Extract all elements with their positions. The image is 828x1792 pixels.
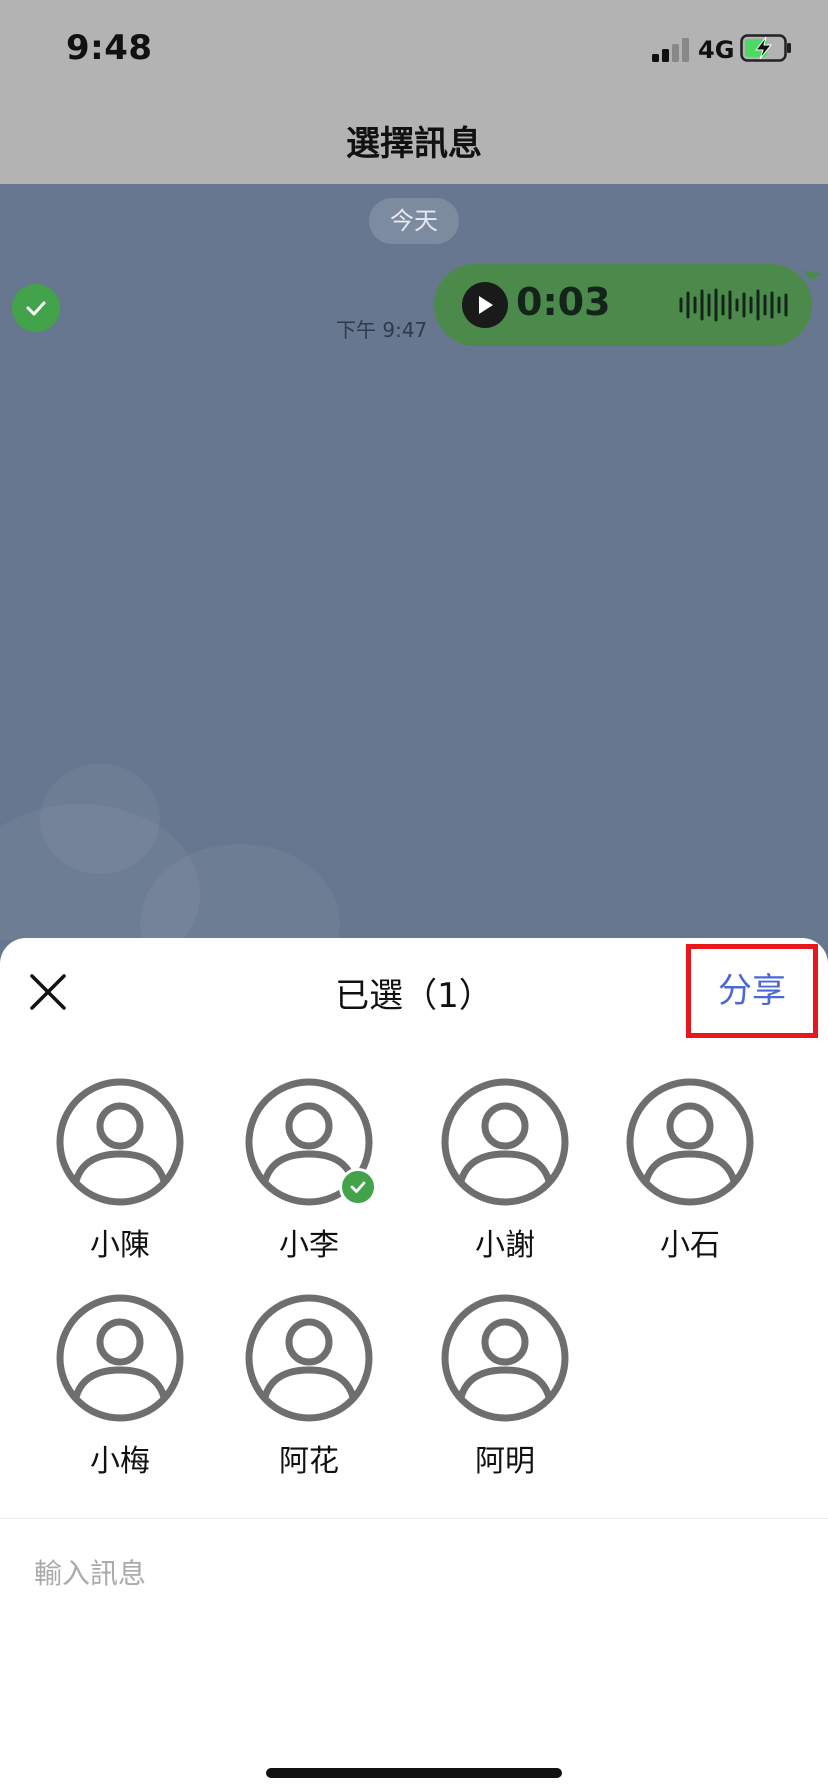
voice-message-bubble[interactable]: 0:03: [434, 264, 812, 346]
home-indicator: [266, 1768, 562, 1778]
avatar-wrapper: [245, 1078, 377, 1206]
status-time: 9:48: [66, 28, 153, 68]
page-title: 選擇訊息: [346, 124, 482, 164]
contact-item[interactable]: 阿花: [234, 1294, 384, 1480]
date-separator: 今天: [369, 198, 459, 244]
cellular-signal-icon: [652, 38, 689, 62]
nav-bar: 選擇訊息: [0, 96, 828, 184]
message-timestamp: 下午 9:47: [336, 318, 428, 342]
contact-item[interactable]: 小謝: [430, 1078, 580, 1264]
person-avatar-icon: [441, 1078, 569, 1206]
contact-item[interactable]: 小陳: [45, 1078, 195, 1264]
contact-name: 小陳: [90, 1228, 150, 1263]
contact-name: 小謝: [475, 1228, 535, 1263]
waveform-icon: [679, 288, 788, 322]
contact-name: 阿明: [475, 1444, 535, 1479]
play-button[interactable]: [462, 282, 508, 328]
contact-item[interactable]: 小梅: [45, 1294, 195, 1480]
play-icon: [479, 296, 493, 314]
check-icon: [350, 1181, 366, 1193]
contact-name: 小梅: [90, 1444, 150, 1479]
contact-item[interactable]: 小石: [615, 1078, 765, 1264]
selected-badge: [339, 1168, 377, 1206]
contact-name: 小石: [660, 1228, 720, 1263]
chat-area: 今天 下午 9:47 0:03: [0, 184, 828, 940]
battery-charging-icon: [740, 34, 791, 62]
status-bar: 9:48 4G: [0, 0, 828, 96]
contact-name: 阿花: [279, 1444, 339, 1479]
person-avatar-icon: [56, 1294, 184, 1422]
background-cloud: [40, 764, 160, 874]
divider: [0, 1518, 828, 1519]
person-avatar-icon: [626, 1078, 754, 1206]
person-avatar-icon: [441, 1294, 569, 1422]
contact-name: 小李: [279, 1228, 339, 1263]
check-icon: [26, 301, 46, 316]
network-type: 4G: [698, 36, 735, 64]
message-input[interactable]: [34, 1548, 794, 1598]
person-avatar-icon: [56, 1078, 184, 1206]
contact-item[interactable]: 小李: [234, 1078, 384, 1264]
voice-duration: 0:03: [516, 280, 611, 324]
message-select-checkbox[interactable]: [12, 284, 60, 332]
person-avatar-icon: [245, 1294, 373, 1422]
share-button[interactable]: 分享: [686, 944, 818, 1038]
share-sheet: 已選（1） 分享 小陳 小李 小謝 小石 小梅 阿花 阿明 輸入訊息: [0, 938, 828, 1792]
contact-item[interactable]: 阿明: [430, 1294, 580, 1480]
